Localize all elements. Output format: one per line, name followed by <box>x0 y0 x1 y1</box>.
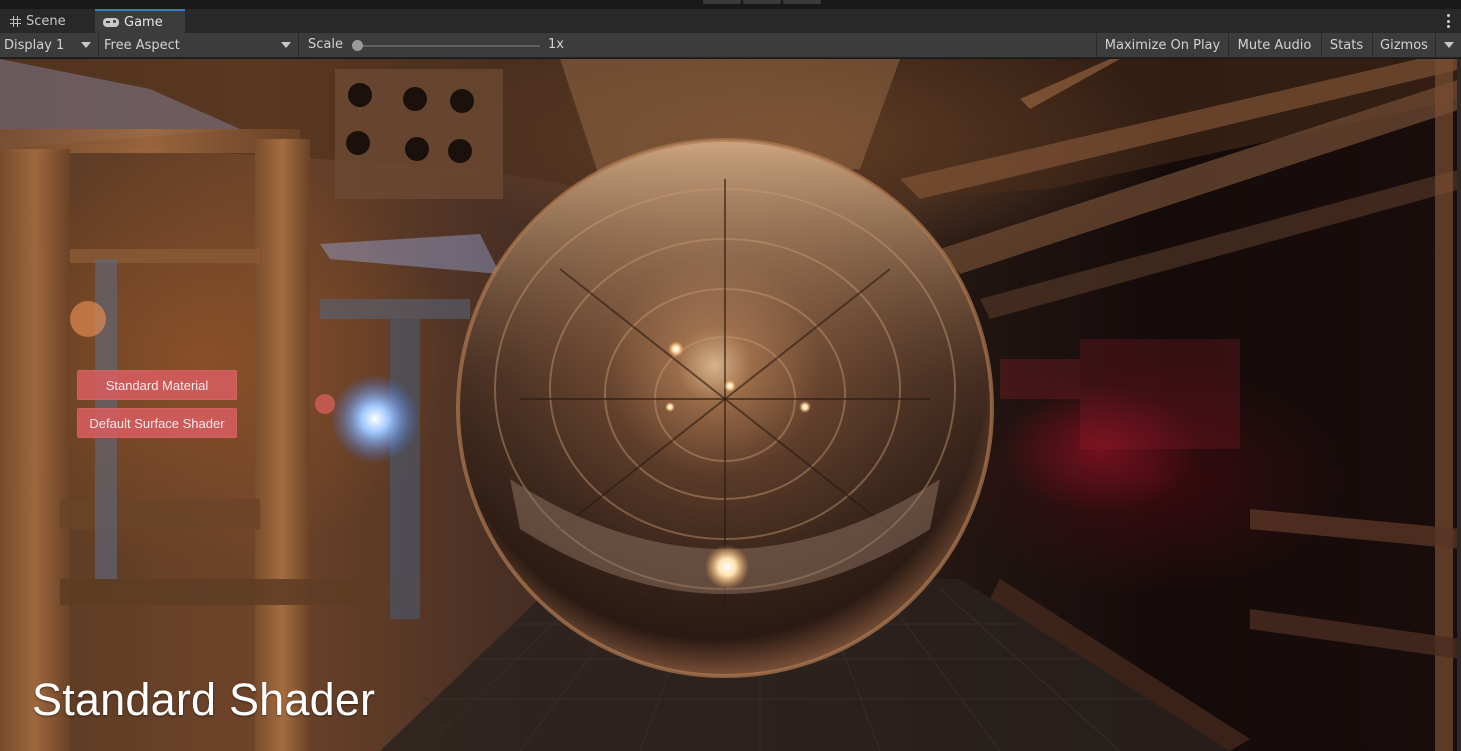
aspect-dropdown-label: Free Aspect <box>104 37 180 53</box>
chevron-down-icon <box>1443 42 1454 48</box>
scale-label: Scale <box>308 37 343 52</box>
display-dropdown-label: Display 1 <box>4 37 65 53</box>
gizmos-menu-button[interactable] <box>1435 33 1461 57</box>
scene-render <box>0 59 1461 751</box>
more-options-icon[interactable] <box>1445 13 1451 29</box>
chevron-down-icon <box>81 42 91 48</box>
game-toolbar: Display 1 Free Aspect Scale 1x Maximize … <box>0 33 1461 58</box>
aspect-dropdown[interactable]: Free Aspect <box>100 33 299 57</box>
default-surface-shader-button[interactable]: Default Surface Shader <box>77 408 237 438</box>
chrome-sphere <box>456 138 994 678</box>
editor-top-strip <box>0 0 1461 9</box>
tab-game[interactable]: Game <box>95 9 185 33</box>
display-dropdown[interactable]: Display 1 <box>0 33 99 57</box>
standard-material-button[interactable]: Standard Material <box>77 370 237 400</box>
stats-toggle[interactable]: Stats <box>1321 33 1371 57</box>
shader-title: Standard Shader <box>32 674 376 725</box>
scale-slider-handle[interactable] <box>352 40 363 51</box>
scale-value: 1x <box>548 37 564 52</box>
tab-scene[interactable]: Scene <box>2 9 93 33</box>
chevron-down-icon <box>281 42 291 48</box>
gamepad-icon <box>103 17 119 27</box>
tab-game-label: Game <box>124 14 163 30</box>
mute-audio-toggle[interactable]: Mute Audio <box>1228 33 1320 57</box>
right-edge <box>1457 59 1461 751</box>
tab-scene-label: Scene <box>26 13 66 29</box>
grid-icon <box>10 15 21 27</box>
tab-bar: Scene Game <box>0 9 1461 33</box>
gizmos-toggle[interactable]: Gizmos <box>1372 33 1435 57</box>
scale-slider-track[interactable] <box>356 45 540 47</box>
play-controls[interactable] <box>703 0 821 4</box>
game-viewport[interactable]: Standard Material Default Surface Shader… <box>0 59 1461 751</box>
maximize-on-play-toggle[interactable]: Maximize On Play <box>1096 33 1228 57</box>
